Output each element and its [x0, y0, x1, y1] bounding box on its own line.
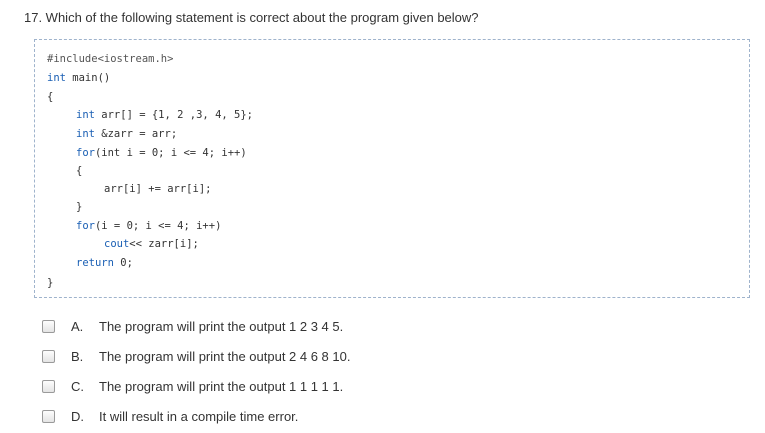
code-keyword: int — [47, 72, 66, 84]
code-text: main() — [65, 72, 111, 84]
code-line: int &zarr = arr; — [76, 127, 177, 141]
answer-option-b[interactable]: B. The program will print the output 2 4… — [42, 348, 350, 364]
option-letter: D. — [71, 408, 84, 424]
option-letter: B. — [71, 348, 84, 364]
code-text: 0; — [113, 257, 133, 269]
code-line: } — [47, 277, 54, 289]
code-line: #include<iostream.h> — [47, 53, 174, 65]
option-a-checkbox[interactable] — [42, 319, 55, 333]
code-line: int arr[] = {1, 2 ,3, 4, 5}; — [76, 108, 253, 122]
question-text: 17. Which of the following statement is … — [24, 10, 479, 25]
code-line: int main() — [47, 71, 110, 85]
code-keyword: int — [76, 109, 95, 121]
code-line: return 0; — [76, 256, 133, 270]
answer-option-a[interactable]: A. The program will print the output 1 2… — [42, 318, 343, 334]
code-line: } — [76, 201, 83, 213]
code-line: cout<< zarr[i]; — [104, 237, 199, 251]
answer-option-d[interactable]: D. It will result in a compile time erro… — [42, 408, 298, 424]
code-line: { — [47, 91, 54, 103]
code-text: &zarr = arr; — [94, 128, 178, 140]
code-keyword: cout — [104, 238, 130, 250]
option-text: It will result in a compile time error. — [99, 408, 299, 424]
code-keyword: return — [76, 257, 114, 269]
option-text: The program will print the output 2 4 6 … — [99, 348, 351, 364]
code-text: (int i = 0; i <= 4; i++) — [94, 147, 247, 159]
code-line: { — [76, 165, 83, 177]
code-line: arr[i] += arr[i]; — [104, 183, 212, 195]
code-keyword: int — [76, 128, 95, 140]
option-letter: A. — [71, 318, 84, 334]
option-c-checkbox[interactable] — [42, 379, 55, 393]
code-text: << zarr[i]; — [129, 238, 199, 250]
code-keyword: for — [76, 147, 95, 159]
option-letter: C. — [71, 378, 84, 394]
option-b-checkbox[interactable] — [42, 349, 55, 363]
code-text: (i = 0; i <= 4; i++) — [94, 220, 222, 232]
code-keyword: for — [76, 220, 95, 232]
code-text: arr[] = {1, 2 ,3, 4, 5}; — [94, 109, 254, 121]
code-block: #include<iostream.h> int main() { int ar… — [34, 39, 750, 298]
code-line: for(i = 0; i <= 4; i++) — [76, 219, 221, 233]
option-text: The program will print the output 1 1 1 … — [99, 378, 344, 394]
option-text: The program will print the output 1 2 3 … — [99, 318, 344, 334]
answer-option-c[interactable]: C. The program will print the output 1 1… — [42, 378, 343, 394]
option-d-checkbox[interactable] — [42, 409, 55, 423]
code-line: for(int i = 0; i <= 4; i++) — [76, 146, 247, 160]
